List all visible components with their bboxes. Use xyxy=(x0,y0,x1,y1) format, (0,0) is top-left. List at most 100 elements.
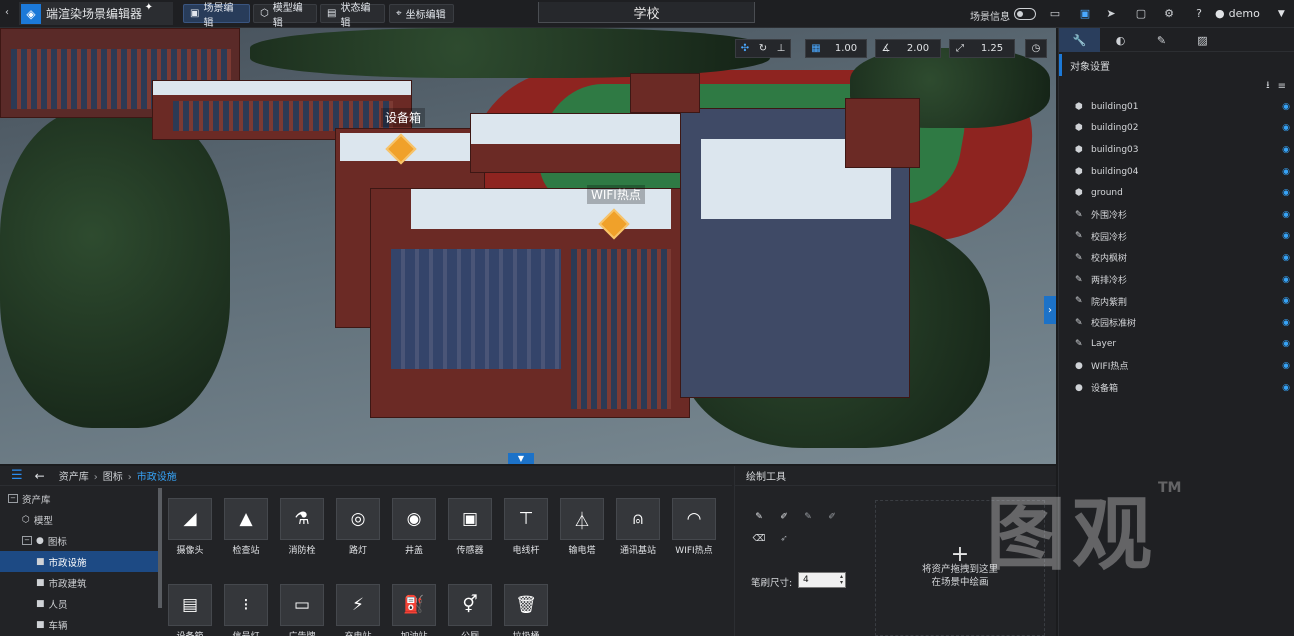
tree-item[interactable]: ■ 车辆 xyxy=(0,614,160,635)
tree-item[interactable]: ■ 人员 xyxy=(0,593,160,614)
object-row[interactable]: ✎ 两排冷杉 ◉ xyxy=(1059,269,1294,291)
menu-model-edit[interactable]: ⬡ 模型编辑 xyxy=(253,3,317,29)
visibility-eye-icon[interactable]: ◉ xyxy=(1282,339,1290,349)
save-icon[interactable]: ▣ xyxy=(1078,7,1092,21)
asset-item[interactable]: ◉ 井盖 xyxy=(392,498,436,556)
select-icon[interactable]: ➶ xyxy=(777,532,791,546)
brush-pen-alt-icon[interactable]: ✐ xyxy=(777,510,791,524)
asset-item[interactable]: ▣ 传感器 xyxy=(448,498,492,556)
camera-reset-button[interactable]: ◷ xyxy=(1025,39,1047,58)
collapse-bottom-panel-button[interactable]: ▼ xyxy=(508,453,534,464)
angle-snap-field[interactable]: ∡ 2.00 xyxy=(875,39,941,58)
tab-tools[interactable]: ✎ xyxy=(1141,28,1182,52)
visibility-eye-icon[interactable]: ◉ xyxy=(1282,296,1290,306)
menu-scene-edit[interactable]: ▣ 场景编辑 xyxy=(183,3,250,29)
visibility-eye-icon[interactable]: ◉ xyxy=(1282,318,1290,328)
save-all-icon[interactable]: ▭ xyxy=(1048,7,1062,21)
menu-coord-edit[interactable]: ⌖ 坐标编辑 xyxy=(389,4,454,23)
object-row[interactable]: ⬢ building02 ◉ xyxy=(1059,118,1294,140)
object-row[interactable]: ⬢ ground ◉ xyxy=(1059,182,1294,204)
asset-item[interactable]: ◠ WIFI热点 xyxy=(672,498,716,556)
visibility-eye-icon[interactable]: ◉ xyxy=(1282,275,1290,285)
scale-snap-field[interactable]: ⤢ 1.25 xyxy=(949,39,1015,58)
asset-item[interactable]: ⛽加油站 xyxy=(392,584,436,636)
asset-item[interactable]: ⚡充电站 xyxy=(336,584,380,636)
asset-item[interactable]: ⁝信号灯 xyxy=(224,584,268,636)
visibility-eye-icon[interactable]: ◉ xyxy=(1282,123,1290,133)
asset-item[interactable]: ▲ 检查站 xyxy=(224,498,268,556)
grid-icon: ▦ xyxy=(811,43,821,54)
asset-item[interactable]: ▭广告牌 xyxy=(280,584,324,636)
object-row[interactable]: ✎ 院内紫荆 ◉ xyxy=(1059,290,1294,312)
asset-item[interactable]: ◎ 路灯 xyxy=(336,498,380,556)
settings-icon[interactable]: ⚙ xyxy=(1162,7,1176,21)
tab-objects[interactable]: 🔧 xyxy=(1059,28,1100,52)
scale-axis-icon[interactable]: ⊥ xyxy=(772,43,790,54)
visibility-eye-icon[interactable]: ◉ xyxy=(1282,188,1290,198)
tree-item[interactable]: ⬡ 模型 xyxy=(0,509,160,530)
visibility-eye-icon[interactable]: ◉ xyxy=(1282,102,1290,112)
import-icon[interactable]: ⭳ xyxy=(1266,78,1270,95)
visibility-eye-icon[interactable]: ◉ xyxy=(1282,167,1290,177)
eraser-icon[interactable]: ⌫ xyxy=(752,532,766,546)
object-row[interactable]: ⬢ building01 ◉ xyxy=(1059,96,1294,118)
asset-item[interactable]: ⊤ 电线杆 xyxy=(504,498,548,556)
scene-viewport[interactable]: 设备箱 WIFI热点 ✣ ↻ ⊥ ▦ 1.00 ∡ 2.00 ⤢ 1.25 ◷ … xyxy=(0,28,1056,464)
object-row[interactable]: ✎ 校内枫树 ◉ xyxy=(1059,247,1294,269)
user-menu[interactable]: ● demo ▼ xyxy=(1215,7,1285,20)
asset-item[interactable]: ▤设备箱 xyxy=(168,584,212,636)
breadcrumb-root[interactable]: 资产库 xyxy=(59,472,89,483)
object-row[interactable]: ● WIFI热点 ◉ xyxy=(1059,355,1294,377)
object-row[interactable]: ✎ 外围冷杉 ◉ xyxy=(1059,204,1294,226)
publish-icon[interactable]: ➤ xyxy=(1104,7,1118,21)
scene-info-toggle[interactable] xyxy=(1014,8,1036,20)
object-row[interactable]: ⬢ building03 ◉ xyxy=(1059,139,1294,161)
breadcrumb-icons[interactable]: 图标 xyxy=(103,472,123,483)
cube-icon: ⬢ xyxy=(1075,166,1083,177)
list-icon[interactable]: ≡ xyxy=(1278,81,1286,92)
visibility-eye-icon[interactable]: ◉ xyxy=(1282,253,1290,263)
object-row[interactable]: ● 设备箱 ◉ xyxy=(1059,377,1294,399)
watermark-text: 图观 xyxy=(986,488,1158,581)
asset-item[interactable]: ⚗ 消防栓 xyxy=(280,498,324,556)
asset-item[interactable]: ◢ 摄像头 xyxy=(168,498,212,556)
asset-item[interactable]: ⚥公厕 xyxy=(448,584,492,636)
brush-fill-alt-icon[interactable]: ✐ xyxy=(825,510,839,524)
object-row[interactable]: ✎ 校园标准树 ◉ xyxy=(1059,312,1294,334)
visibility-eye-icon[interactable]: ◉ xyxy=(1282,145,1290,155)
object-row[interactable]: ⬢ building04 ◉ xyxy=(1059,161,1294,183)
tree-item[interactable]: − ● 图标 xyxy=(0,530,160,551)
rotate-icon[interactable]: ↻ xyxy=(754,43,772,54)
tree-item[interactable]: − 资产库 xyxy=(0,488,160,509)
preview-icon[interactable]: ▢ xyxy=(1134,7,1148,21)
asset-grid: ◢ 摄像头 ▲ 检查站 ⚗ 消防栓 ◎ 路灯 ◉ 井盖 ▣ 传感器 ⊤ 电线杆 ⏃ 输电塔 ⍝ 通讯基站 ◠ WIFI… xyxy=(168,498,728,636)
menu-toggle-icon[interactable]: ‹ xyxy=(5,7,13,21)
tree-item[interactable]: ■ 市政设施 xyxy=(0,551,160,572)
move-icon[interactable]: ✣ xyxy=(736,43,754,54)
visibility-eye-icon[interactable]: ◉ xyxy=(1282,383,1290,393)
expand-right-panel-button[interactable]: › xyxy=(1044,296,1056,324)
asset-item[interactable]: 🗑垃圾桶 xyxy=(504,584,548,636)
brush-fill-icon[interactable]: ✎ xyxy=(801,510,815,524)
object-name: 外围冷杉 xyxy=(1091,211,1128,222)
stepper-icon[interactable]: ▴ ▾ xyxy=(840,574,843,586)
back-arrow-icon[interactable]: ← xyxy=(35,469,45,483)
asset-item[interactable]: ⏃ 输电塔 xyxy=(560,498,604,556)
help-icon[interactable]: ? xyxy=(1192,7,1206,21)
object-row[interactable]: ✎ Layer ◉ xyxy=(1059,334,1294,356)
brush-pen-icon[interactable]: ✎ xyxy=(752,510,766,524)
tree-toggle-icon[interactable]: − xyxy=(22,536,32,545)
tree-toggle-icon[interactable]: − xyxy=(8,494,18,503)
grid-snap-field[interactable]: ▦ 1.00 xyxy=(805,39,867,58)
tab-lighting[interactable]: ◐ xyxy=(1100,28,1141,52)
object-row[interactable]: ✎ 校园冷杉 ◉ xyxy=(1059,226,1294,248)
visibility-eye-icon[interactable]: ◉ xyxy=(1282,210,1290,220)
asset-item[interactable]: ⍝ 通讯基站 xyxy=(616,498,660,556)
tree-item[interactable]: ■ 市政建筑 xyxy=(0,572,160,593)
menu-state-edit[interactable]: ▤ 状态编辑 xyxy=(320,3,385,29)
hamburger-icon[interactable]: ☰ xyxy=(11,468,23,483)
brush-size-input[interactable]: 4 ▴ ▾ xyxy=(798,572,846,588)
tab-image[interactable]: ▨ xyxy=(1182,28,1223,52)
visibility-eye-icon[interactable]: ◉ xyxy=(1282,231,1290,241)
visibility-eye-icon[interactable]: ◉ xyxy=(1282,361,1290,371)
